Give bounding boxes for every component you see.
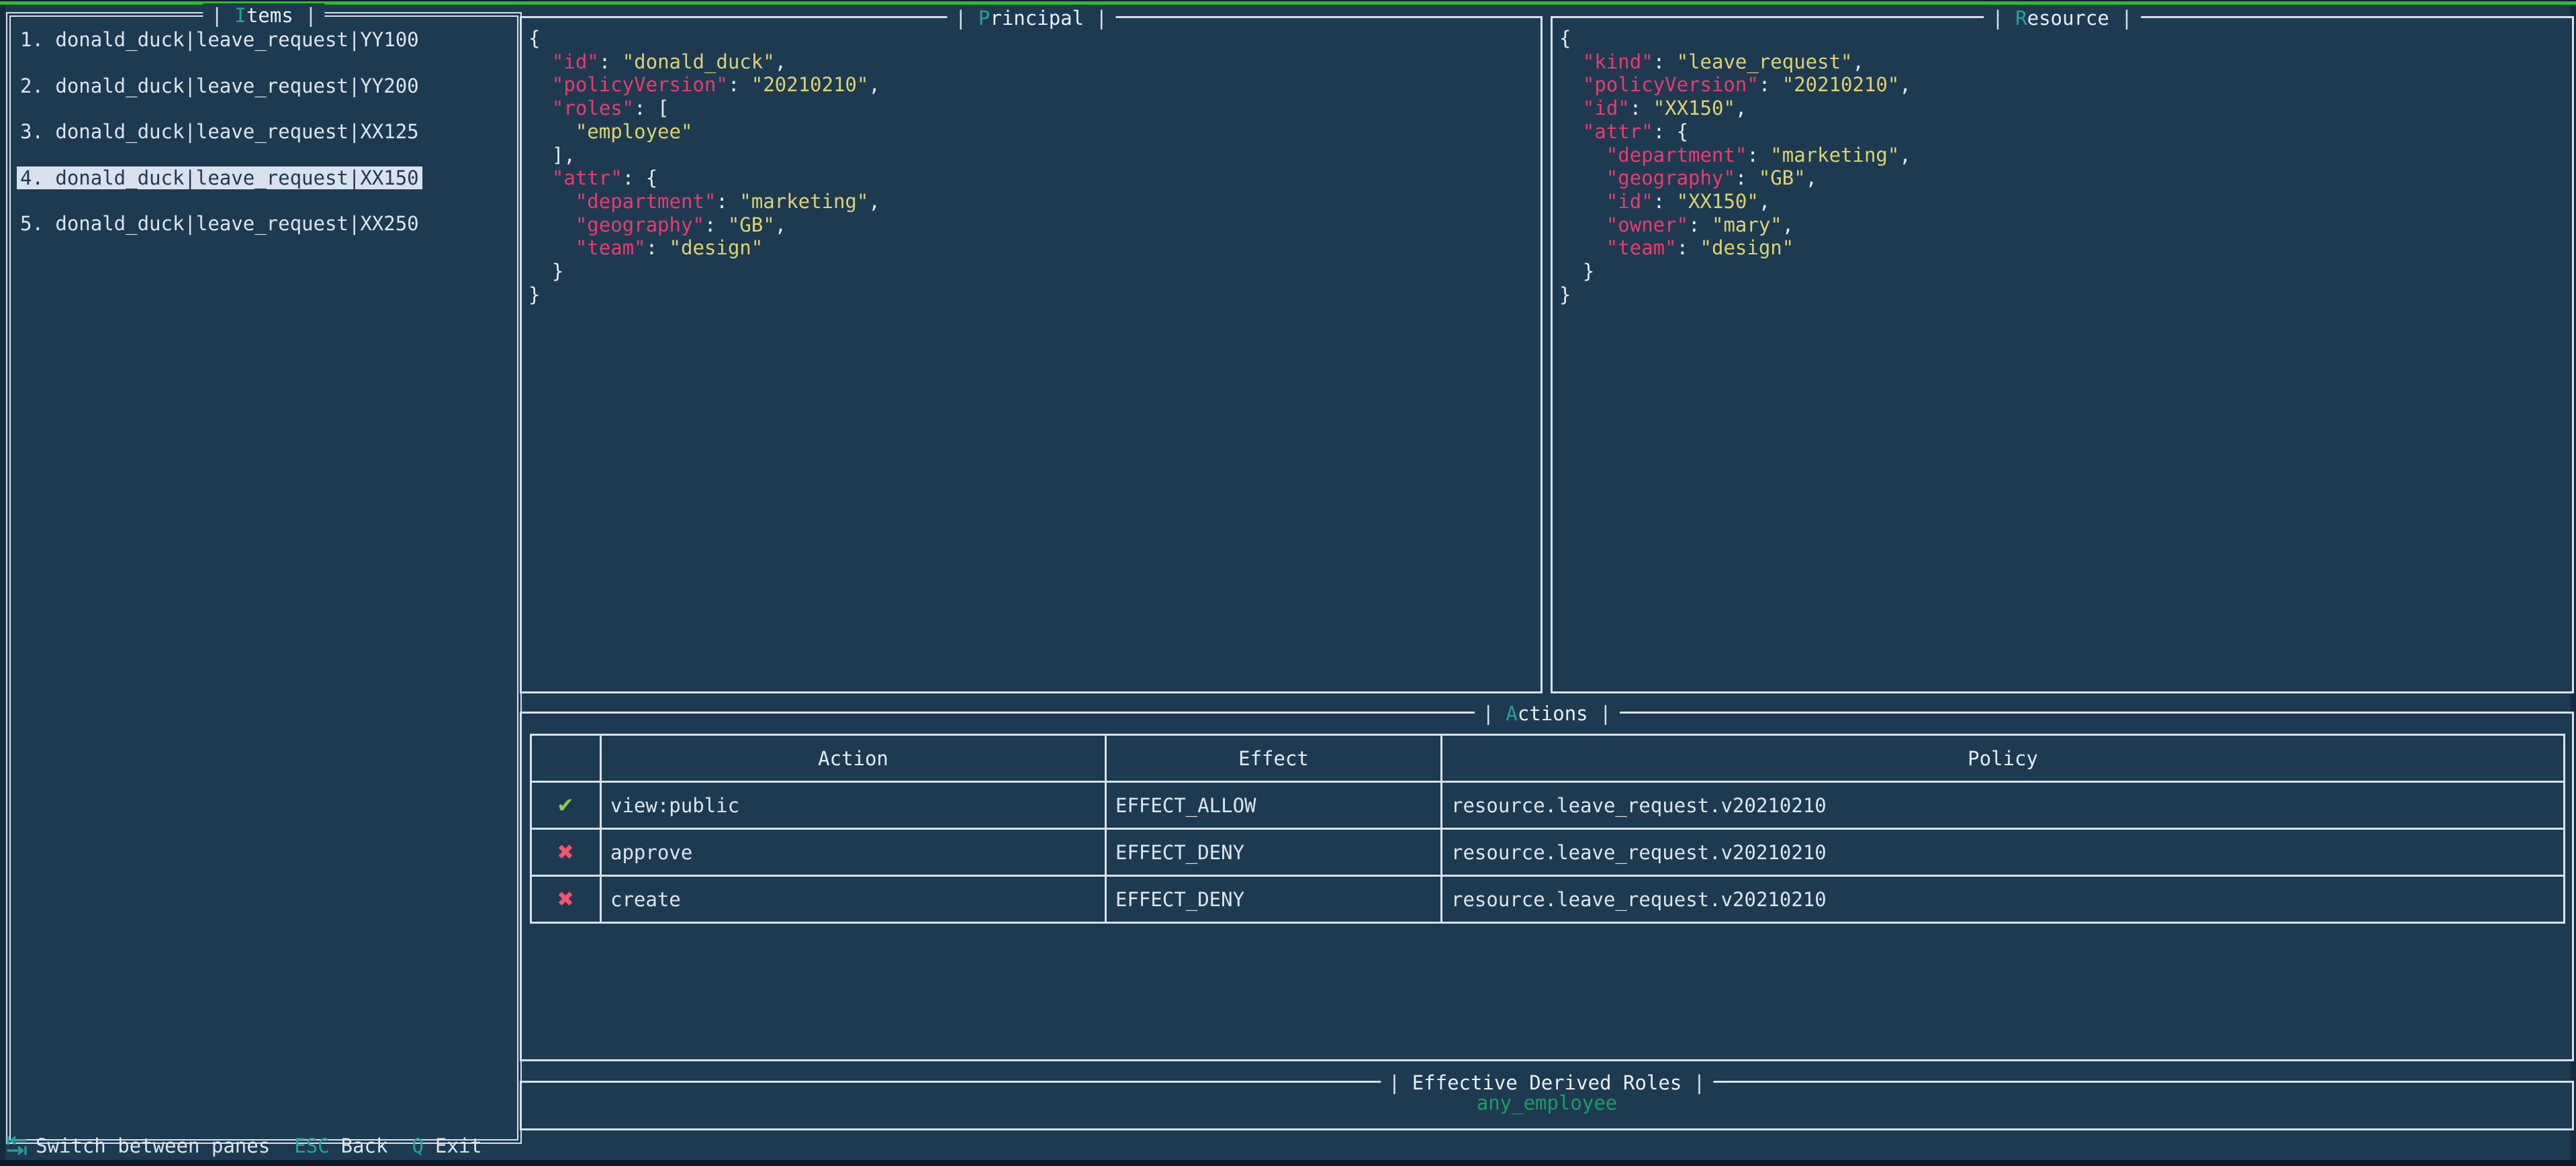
resource-pane-title: | Resource | [1984, 6, 2141, 30]
selected-list-item-highlight: 4. donald_duck|leave_request|XX150 [17, 166, 422, 189]
cross-icon: ✖ [557, 840, 574, 865]
status-hint-label: Exit [435, 1134, 482, 1157]
effective-derived-roles-pane: | Effective Derived Roles | any_employee [520, 1081, 2574, 1130]
window-active-indicator-line [0, 1, 2576, 5]
actions-table-header-row: Action Effect Policy [531, 735, 2565, 782]
list-item[interactable]: 1. donald_duck|leave_request|YY100 [20, 28, 419, 51]
table-row: ✖ createEFFECT_DENYresource.leave_request… [531, 876, 2565, 923]
policy-cell: resource.leave_request.v20210210 [1442, 876, 2565, 923]
effect-cell: EFFECT_DENY [1106, 829, 1442, 876]
resource-json: { "kind": "leave_request", "policyVersio… [1553, 18, 2572, 306]
action-cell: view:public [601, 782, 1106, 829]
status-hint-key: Q [412, 1134, 423, 1157]
action-cell: create [601, 876, 1106, 923]
principal-pane-title: | Principal | [947, 6, 1115, 30]
action-cell: approve [601, 829, 1106, 876]
tab-switch-icon [5, 1136, 28, 1156]
table-row: ✔ view:publicEFFECT_ALLOWresource.leave_r… [531, 782, 2565, 829]
terminal-screen: | Items | 1. donald_duck|leave_request|Y… [0, 0, 2576, 1166]
policy-cell: resource.leave_request.v20210210 [1442, 829, 2565, 876]
resource-pane[interactable]: | Resource | { "kind": "leave_request", … [1551, 16, 2574, 693]
effect-cell: EFFECT_DENY [1106, 876, 1442, 923]
action-column-header: Action [601, 735, 1106, 782]
actions-table: Action Effect Policy ✔ view:publicEFFECT_… [530, 734, 2565, 924]
status-hint-key: ESC [294, 1134, 329, 1157]
effect-cell: EFFECT_ALLOW [1106, 782, 1442, 829]
table-row: ✖ approveEFFECT_DENYresource.leave_reques… [531, 829, 2565, 876]
status-column-header [531, 735, 601, 782]
status-cell: ✔ [531, 782, 601, 829]
effect-column-header: Effect [1106, 735, 1442, 782]
policy-column-header: Policy [1442, 735, 2565, 782]
list-item[interactable]: 5. donald_duck|leave_request|XX250 [20, 212, 419, 235]
principal-pane[interactable]: | Principal | { "id": "donald_duck", "po… [520, 16, 1543, 693]
list-item[interactable]: 4. donald_duck|leave_request|XX150 [20, 166, 422, 189]
list-item[interactable]: 2. donald_duck|leave_request|YY200 [20, 75, 419, 97]
derived-roles-value: any_employee [522, 1091, 2572, 1114]
status-hint: ESC Back [294, 1134, 387, 1157]
actions-pane[interactable]: | Actions | Action Effect Policy ✔view:p… [520, 712, 2574, 1061]
actions-pane-title: | Actions | [1474, 701, 1619, 726]
window-left-edge [0, 5, 5, 1160]
status-hint-label: Switch between panes [36, 1134, 270, 1157]
window-bottom-edge [0, 1160, 2576, 1166]
list-item[interactable]: 3. donald_duck|leave_request|XX125 [20, 120, 419, 143]
status-hint: Switch between panes [5, 1134, 270, 1157]
items-pane-title: | Items | [203, 3, 324, 28]
status-bar: Switch between panes ESC Back Q Exit [5, 1134, 482, 1158]
check-icon: ✔ [557, 793, 574, 818]
cross-icon: ✖ [557, 887, 574, 912]
status-hint: Q Exit [412, 1134, 481, 1157]
policy-cell: resource.leave_request.v20210210 [1442, 782, 2565, 829]
status-hint-label: Back [341, 1134, 388, 1157]
status-cell: ✖ [531, 829, 601, 876]
items-pane[interactable]: | Items | 1. donald_duck|leave_request|Y… [6, 12, 522, 1144]
principal-json: { "id": "donald_duck", "policyVersion": … [522, 18, 1540, 306]
status-cell: ✖ [531, 876, 601, 923]
